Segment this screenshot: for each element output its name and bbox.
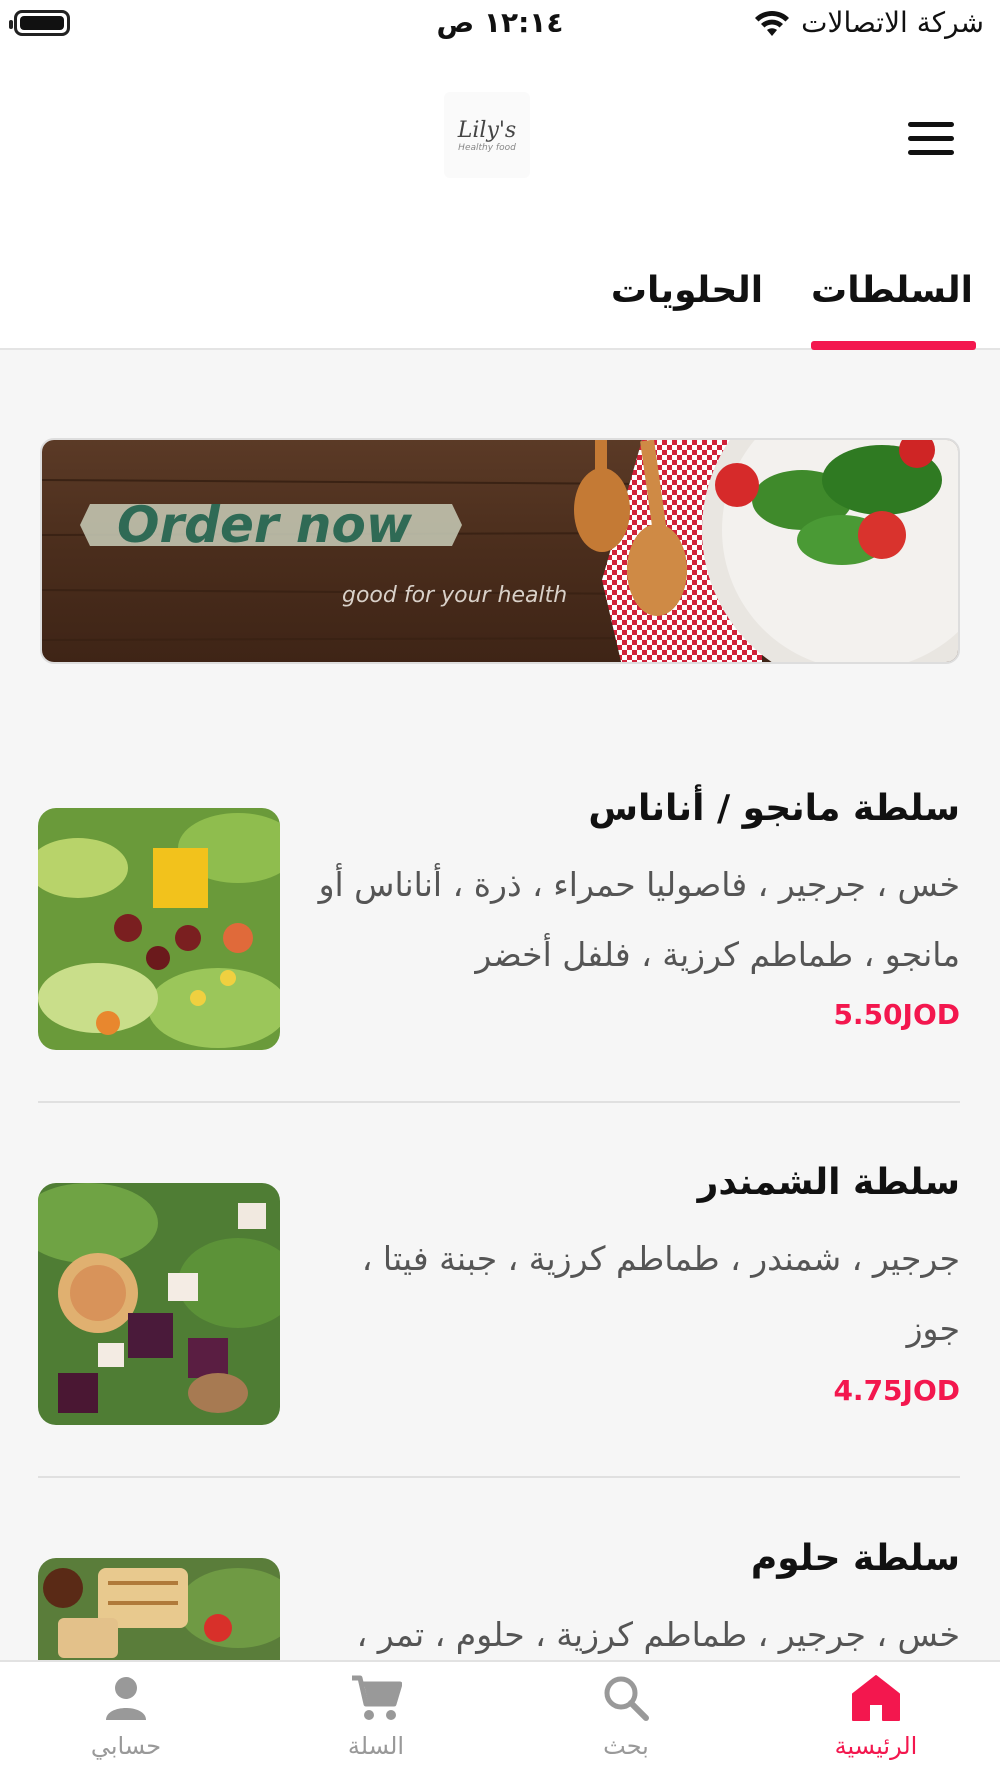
item-price: 5.50JOD [833,998,960,1031]
item-title: سلطة مانجو / أناناس [588,788,960,829]
item-image [38,808,280,1050]
carrier-name: شركة الاتصالات [801,6,984,39]
wifi-icon [755,10,789,36]
item-price: 4.75JOD [833,1374,960,1407]
nav-label: بحث [603,1732,649,1760]
cart-icon [352,1675,403,1720]
app-header: Lily's Healthy food [0,50,1000,230]
logo-subtext: Healthy food [458,142,516,153]
menu-item[interactable]: سلطة الشمندر جرجير ، شمندر ، طماطم كرزية… [38,1144,960,1444]
menu-item[interactable]: سلطة مانجو / أناناس خس ، جرجير ، فاصوليا… [38,770,960,1070]
item-divider [38,1476,960,1478]
promo-banner[interactable]: Order now good for your health [40,438,960,664]
nav-account[interactable]: حسابي [26,1674,226,1760]
nav-label: حسابي [90,1732,162,1760]
item-title: سلطة الشمندر [697,1162,960,1203]
item-description: خس ، جرجير ، طماطم كرزية ، حلوم ، تمر ، [356,1615,960,1654]
active-tab-indicator [811,341,976,350]
category-tabs: السلطات الحلويات [0,230,1000,350]
item-image [38,1183,280,1425]
nav-cart[interactable]: السلة [276,1674,476,1760]
home-icon [852,1675,900,1721]
banner-image: Order now good for your health [42,440,958,662]
hamburger-menu-icon[interactable] [908,122,954,158]
status-bar: ١٢:١٤ ص شركة الاتصالات [0,0,1000,50]
tab-salads[interactable]: السلطات [810,270,974,311]
item-image [38,1558,280,1660]
bottom-navigation: حسابي السلة بحث الرئيسية [0,1660,1000,1778]
item-description: خس ، جرجير ، فاصوليا حمراء ، ذرة ، أنانا… [318,865,960,974]
search-icon [604,1676,649,1721]
item-divider [38,1101,960,1103]
tab-desserts[interactable]: الحلويات [602,270,772,311]
menu-item[interactable]: سلطة حلوم خس ، جرجير ، طماطم كرزية ، حلو… [38,1520,960,1660]
brand-logo: Lily's Healthy food [444,92,530,178]
nav-search[interactable]: بحث [526,1674,726,1760]
person-icon [106,1677,146,1720]
item-title: سلطة حلوم [750,1538,960,1579]
banner-tagline: good for your health [342,583,567,608]
logo-text: Lily's [457,117,517,143]
item-description: جرجير ، شمندر ، طماطم كرزية ، جبنة فيتا … [361,1239,960,1348]
banner-headline: Order now [117,496,413,554]
nav-label: الرئيسية [834,1732,918,1760]
nav-home[interactable]: الرئيسية [776,1674,976,1760]
nav-label: السلة [347,1732,405,1760]
